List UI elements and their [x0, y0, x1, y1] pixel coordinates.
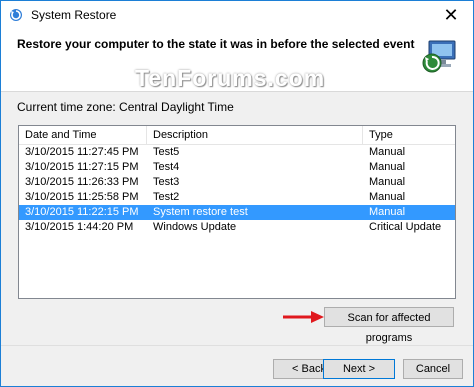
restore-points-table[interactable]: Date and Time Description Type 3/10/2015… [18, 125, 456, 299]
cell-type: Manual [369, 176, 406, 188]
cell-description: Windows Update [153, 221, 237, 233]
cell-description: Test2 [153, 191, 180, 203]
cell-date: 3/10/2015 11:25:58 PM [25, 191, 139, 203]
red-arrow-annotation [283, 311, 324, 323]
column-header-description[interactable]: Description [147, 126, 363, 144]
system-restore-window: System Restore ✕ Restore your computer t… [0, 0, 474, 387]
window-title: System Restore [31, 8, 117, 22]
table-row[interactable]: 3/10/2015 11:22:15 PM System restore test… [19, 205, 455, 220]
watermark: TenForums.com [135, 65, 326, 91]
table-row[interactable]: 3/10/2015 11:26:33 PM Test3 Manual [19, 175, 455, 190]
cancel-button[interactable]: Cancel [403, 359, 463, 379]
column-header-date[interactable]: Date and Time [19, 126, 147, 144]
footer-divider [1, 345, 473, 346]
cell-type: Manual [369, 191, 406, 203]
cell-date: 3/10/2015 11:27:45 PM [25, 146, 139, 158]
title-bar: System Restore ✕ [1, 1, 473, 29]
system-restore-icon [422, 40, 456, 73]
cell-description: Test5 [153, 146, 180, 158]
cell-date: 3/10/2015 11:26:33 PM [25, 176, 139, 188]
table-row[interactable]: 3/10/2015 11:27:45 PM Test5 Manual [19, 145, 455, 160]
cell-description: Test4 [153, 161, 180, 173]
scan-affected-programs-button[interactable]: Scan for affected programs [324, 307, 454, 344]
page-heading: Restore your computer to the state it wa… [17, 37, 415, 51]
cell-date: 3/10/2015 1:44:20 PM [25, 221, 134, 233]
next-button[interactable]: Next > [323, 359, 395, 379]
close-button[interactable]: ✕ [429, 1, 473, 29]
cell-date: 3/10/2015 11:22:15 PM [25, 206, 139, 218]
column-header-type[interactable]: Type [363, 126, 455, 144]
cell-type: Manual [369, 161, 406, 173]
table-header: Date and Time Description Type [19, 126, 455, 145]
timezone-label: Current time zone: Central Daylight Time [17, 100, 234, 114]
cell-description: System restore test [153, 206, 248, 218]
table-row[interactable]: 3/10/2015 1:44:20 PM Windows Update Critic… [19, 220, 455, 235]
system-restore-app-icon [10, 9, 22, 21]
cell-type: Critical Update [369, 221, 442, 233]
cell-type: Manual [369, 146, 406, 158]
cell-description: Test3 [153, 176, 180, 188]
cell-type: Manual [369, 206, 406, 218]
table-row[interactable]: 3/10/2015 11:25:58 PM Test2 Manual [19, 190, 455, 205]
header-panel: Restore your computer to the state it wa… [1, 29, 473, 92]
cell-date: 3/10/2015 11:27:15 PM [25, 161, 139, 173]
table-row[interactable]: 3/10/2015 11:27:15 PM Test4 Manual [19, 160, 455, 175]
